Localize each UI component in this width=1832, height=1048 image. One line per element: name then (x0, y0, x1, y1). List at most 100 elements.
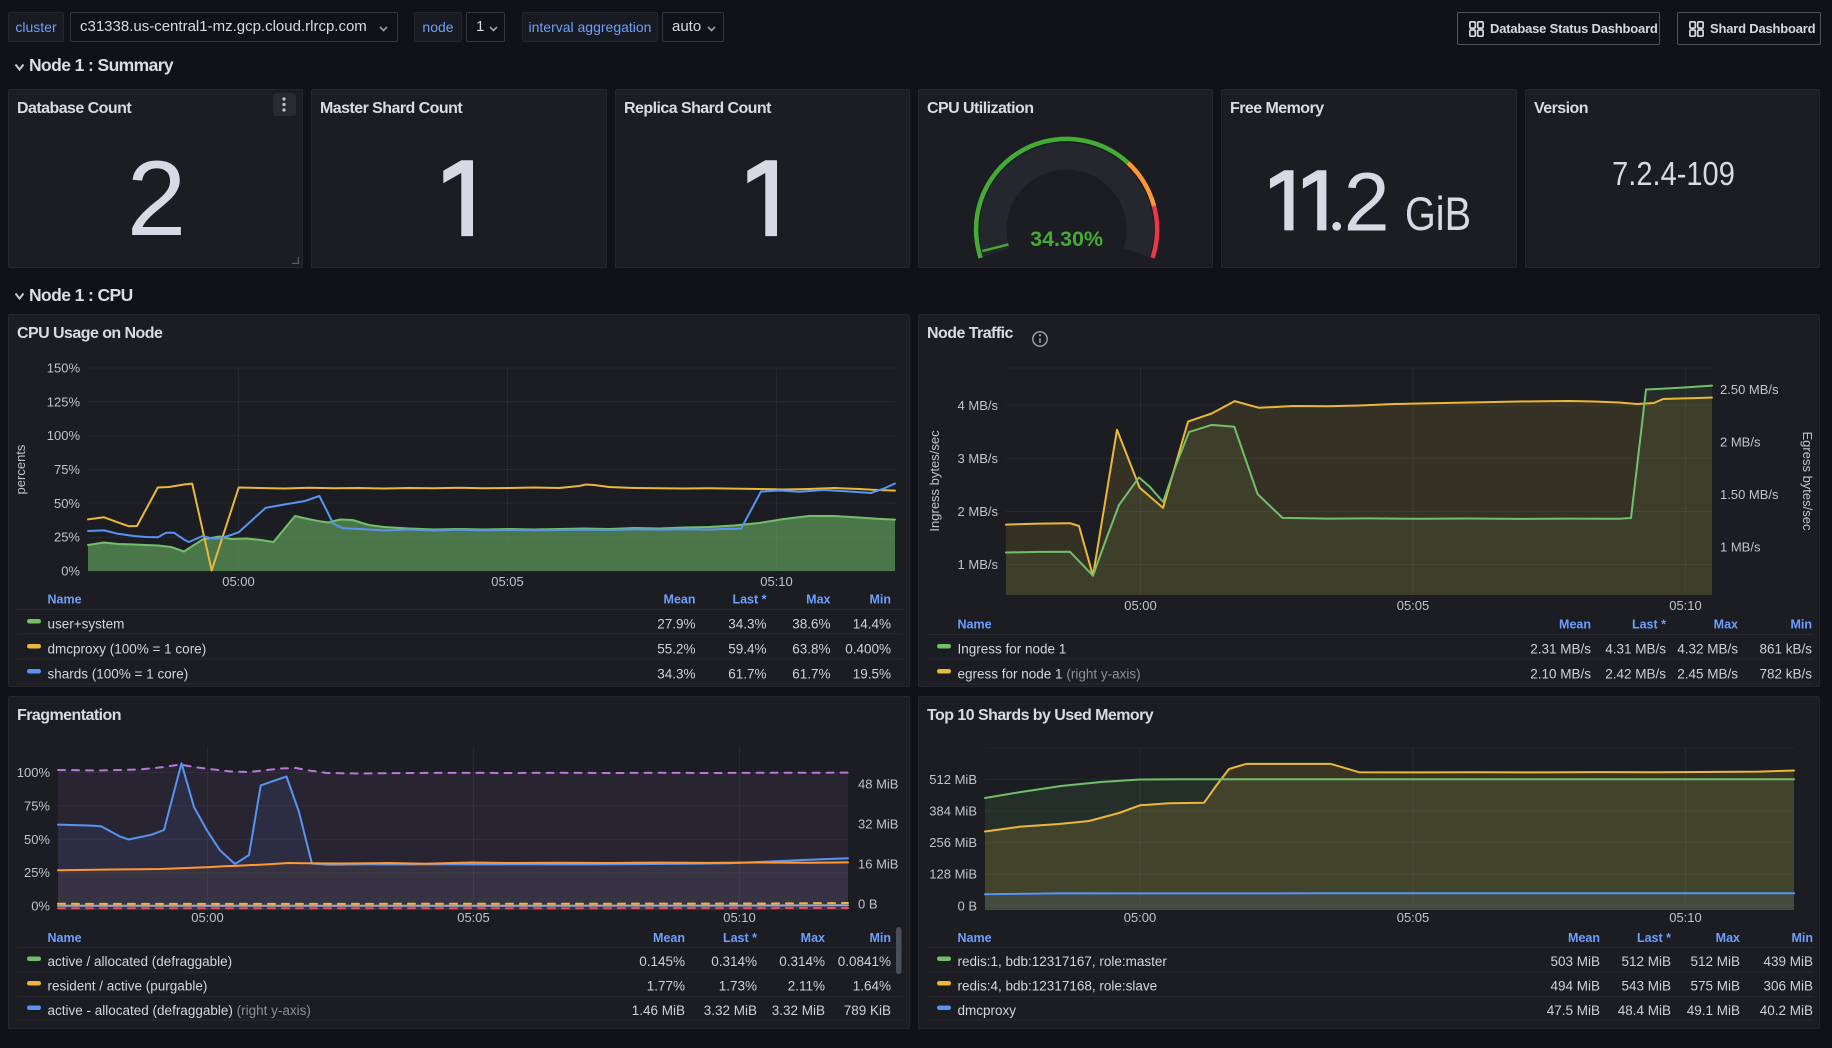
svg-text:05:05: 05:05 (457, 910, 490, 925)
svg-text:34.3%: 34.3% (728, 617, 766, 632)
svg-text:75%: 75% (54, 462, 80, 477)
svg-text:GiB: GiB (1405, 187, 1471, 240)
svg-text:494 MiB: 494 MiB (1550, 979, 1600, 994)
svg-text:789 KiB: 789 KiB (844, 1003, 891, 1018)
svg-text:0.314%: 0.314% (711, 954, 757, 969)
svg-text:100%: 100% (17, 765, 51, 780)
svg-text:125%: 125% (47, 394, 81, 409)
svg-text:Ingress bytes/sec: Ingress bytes/sec (927, 430, 942, 532)
svg-text:38.6%: 38.6% (792, 617, 830, 632)
svg-text:1 MB/s: 1 MB/s (1720, 539, 1761, 554)
svg-text:1.50 MB/s: 1.50 MB/s (1720, 487, 1779, 502)
svg-text:redis:1, bdb:12317167, role:ma: redis:1, bdb:12317167, role:master (958, 954, 1168, 969)
svg-text:384 MiB: 384 MiB (929, 804, 977, 819)
svg-text:1.46 MiB: 1.46 MiB (632, 1003, 685, 1018)
svg-text:4.32 MB/s: 4.32 MB/s (1677, 642, 1738, 657)
svg-text:2 MB/s: 2 MB/s (958, 504, 999, 519)
svg-text:Last *: Last * (1632, 618, 1666, 632)
svg-text:0.314%: 0.314% (779, 954, 825, 969)
svg-text:Mean: Mean (1568, 931, 1600, 945)
svg-text:61.7%: 61.7% (728, 667, 766, 682)
svg-text:05:05: 05:05 (1397, 598, 1430, 613)
svg-text:19.5%: 19.5% (853, 667, 891, 682)
svg-text:50%: 50% (24, 832, 50, 847)
svg-text:48 MiB: 48 MiB (858, 777, 898, 792)
svg-text:3 MB/s: 3 MB/s (958, 451, 999, 466)
svg-text:user+system: user+system (48, 617, 125, 632)
svg-text:Max: Max (806, 593, 830, 607)
svg-text:3.32 MiB: 3.32 MiB (772, 1003, 825, 1018)
svg-text:05:10: 05:10 (760, 574, 793, 589)
svg-text:Mean: Mean (664, 593, 696, 607)
svg-text:0.0841%: 0.0841% (838, 954, 891, 969)
svg-text:05:05: 05:05 (491, 574, 524, 589)
svg-text:0%: 0% (31, 899, 50, 914)
svg-text:128 MiB: 128 MiB (929, 867, 977, 882)
svg-text:05:00: 05:00 (1124, 598, 1157, 613)
svg-text:Name: Name (958, 931, 992, 945)
svg-text:2 MB/s: 2 MB/s (1720, 435, 1761, 450)
svg-text:Name: Name (48, 593, 82, 607)
svg-text:2: 2 (1344, 156, 1390, 248)
svg-text:0%: 0% (61, 564, 80, 579)
svg-text:14.4%: 14.4% (853, 617, 891, 632)
svg-text:25%: 25% (54, 530, 80, 545)
svg-text:dmcproxy: dmcproxy (958, 1003, 1017, 1018)
svg-text:Min: Min (1790, 618, 1812, 632)
svg-text:redis:4, bdb:12317168, role:sl: redis:4, bdb:12317168, role:slave (958, 979, 1158, 994)
svg-text:34.30%: 34.30% (1030, 227, 1103, 251)
svg-text:Last *: Last * (732, 593, 766, 607)
svg-text:34.3%: 34.3% (657, 667, 695, 682)
svg-text:Name: Name (958, 618, 992, 632)
svg-text:61.7%: 61.7% (792, 667, 830, 682)
svg-text:1.64%: 1.64% (853, 979, 891, 994)
svg-text:05:05: 05:05 (1397, 910, 1430, 925)
svg-text:16 MiB: 16 MiB (858, 857, 898, 872)
svg-text:150%: 150% (47, 361, 81, 376)
svg-text:512 MiB: 512 MiB (929, 772, 977, 787)
svg-text:25%: 25% (24, 865, 50, 880)
svg-text:Name: Name (48, 931, 82, 945)
svg-text:49.1 MiB: 49.1 MiB (1687, 1003, 1740, 1018)
svg-text:575 MiB: 575 MiB (1690, 979, 1740, 994)
svg-text:0.400%: 0.400% (845, 642, 891, 657)
svg-text:05:00: 05:00 (222, 574, 255, 589)
svg-text:resident / active (purgable): resident / active (purgable) (48, 979, 208, 994)
svg-text:percents: percents (13, 444, 28, 494)
svg-text:75%: 75% (24, 798, 50, 813)
svg-text:Min: Min (869, 931, 891, 945)
svg-text:50%: 50% (54, 496, 80, 511)
svg-text:306 MiB: 306 MiB (1763, 979, 1813, 994)
svg-text:2.42 MB/s: 2.42 MB/s (1605, 667, 1666, 682)
svg-text:782 kB/s: 782 kB/s (1759, 667, 1812, 682)
svg-text:2.31 MB/s: 2.31 MB/s (1530, 642, 1591, 657)
svg-text:503 MiB: 503 MiB (1550, 954, 1600, 969)
svg-text:27.9%: 27.9% (657, 617, 695, 632)
svg-text:2.50 MB/s: 2.50 MB/s (1720, 382, 1779, 397)
svg-text:1.77%: 1.77% (647, 979, 685, 994)
svg-text:Mean: Mean (653, 931, 685, 945)
svg-text:48.4 MiB: 48.4 MiB (1618, 1003, 1671, 1018)
svg-text:2.45 MB/s: 2.45 MB/s (1677, 667, 1738, 682)
svg-text:512 MiB: 512 MiB (1690, 954, 1740, 969)
svg-text:05:10: 05:10 (1669, 910, 1702, 925)
svg-text:2.10 MB/s: 2.10 MB/s (1530, 667, 1591, 682)
svg-text:Ingress for node 1: Ingress for node 1 (958, 642, 1067, 657)
svg-text:Min: Min (1791, 931, 1813, 945)
svg-text:active - allocated (defraggabl: active - allocated (defraggable) (right … (48, 1003, 311, 1018)
svg-text:05:10: 05:10 (723, 910, 756, 925)
svg-text:63.8%: 63.8% (792, 642, 830, 657)
svg-text:egress for node 1 (right y-axi: egress for node 1 (right y-axis) (958, 667, 1141, 682)
svg-text:861 kB/s: 861 kB/s (1759, 642, 1812, 657)
svg-text:512 MiB: 512 MiB (1621, 954, 1671, 969)
svg-text:32 MiB: 32 MiB (858, 817, 898, 832)
svg-text:40.2 MiB: 40.2 MiB (1760, 1003, 1813, 1018)
svg-text:Max: Max (801, 931, 825, 945)
svg-text:shards (100% = 1 core): shards (100% = 1 core) (48, 667, 189, 682)
svg-text:47.5 MiB: 47.5 MiB (1547, 1003, 1600, 1018)
svg-text:Max: Max (1714, 618, 1738, 632)
svg-text:59.4%: 59.4% (728, 642, 766, 657)
svg-text:05:10: 05:10 (1669, 598, 1702, 613)
svg-text:Max: Max (1716, 931, 1740, 945)
svg-text:active / allocated (defraggabl: active / allocated (defraggable) (48, 954, 233, 969)
